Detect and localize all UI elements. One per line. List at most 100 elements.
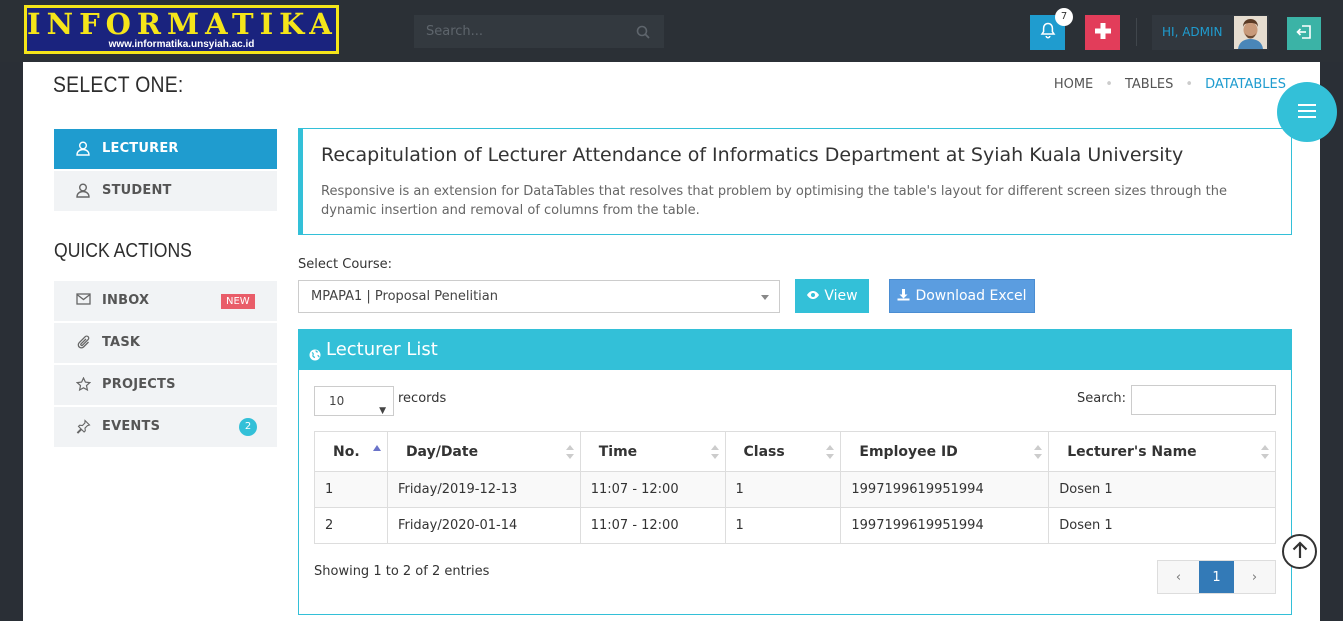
column-header-class[interactable]: Class [724,431,842,472]
notification-count-badge: 7 [1055,8,1073,26]
table-row: 2 Friday/2020-01-14 11:07 - 12:00 1 1997… [314,507,1276,544]
course-label: Select Course: [298,257,393,272]
pagination-next[interactable]: › [1234,561,1275,593]
menu-fab-button[interactable] [1277,82,1337,142]
sidebar-item-label: LECTURER [102,141,179,156]
eye-icon [806,288,820,304]
avatar [1234,16,1267,49]
panel-header: Lecturer List [299,330,1291,370]
table-search-input[interactable] [1131,385,1276,415]
breadcrumb-separator: • [1105,77,1113,92]
lecturer-list-panel: Lecturer List 10 ▼ records Search: No. D… [298,329,1292,615]
sidebar-item-inbox[interactable]: INBOX NEW [54,281,277,321]
paperclip-icon [76,335,91,354]
sidebar-item-label: INBOX [102,293,150,308]
panel-title: Lecturer List [326,339,438,360]
arrow-up-icon [1292,540,1308,563]
quick-actions-title: QUICK ACTIONS [54,240,192,262]
column-header-day-date[interactable]: Day/Date [386,431,581,472]
records-per-page-select[interactable]: 10 ▼ [314,386,394,416]
header-divider [1136,18,1137,46]
download-excel-button[interactable]: Download Excel [889,279,1035,313]
table-header-row: No. Day/Date Time Class Employee ID Lect… [314,431,1276,472]
view-button-label: View [824,288,858,304]
search-input[interactable] [414,15,624,48]
column-header-label: No. [333,443,360,460]
sidebar-item-student[interactable]: STUDENT [54,171,277,211]
new-badge: NEW [221,294,255,309]
sort-icon [826,445,835,459]
hamburger-icon [1298,103,1316,122]
bell-icon [1040,22,1056,43]
caret-down-icon: ▼ [379,406,386,416]
breadcrumb-home[interactable]: HOME [1054,77,1093,92]
chevron-down-icon [761,295,769,300]
pagination-page-1[interactable]: 1 [1199,561,1234,593]
view-button[interactable]: View [795,279,869,313]
column-header-time[interactable]: Time [579,431,726,472]
logout-button[interactable] [1287,17,1321,50]
column-header-label: Lecturer's Name [1067,443,1197,460]
pin-icon [76,419,91,438]
table-info: Showing 1 to 2 of 2 entries [314,564,490,579]
sidebar-item-projects[interactable]: PROJECTS [54,365,277,405]
table-cell: 1 [314,471,388,508]
plus-icon [1094,22,1112,44]
sign-out-icon [1296,24,1312,44]
table-cell: Friday/2020-01-14 [386,507,581,544]
info-callout: Recapitulation of Lecturer Attendance of… [298,128,1292,235]
logo[interactable]: INFORMATIKA www.informatika.unsyiah.ac.i… [24,5,339,54]
table-cell: 1 [724,471,842,508]
breadcrumb-tables[interactable]: TABLES [1125,77,1173,92]
page-title: SELECT ONE: [53,72,184,97]
top-bar: INFORMATIKA www.informatika.unsyiah.ac.i… [0,0,1343,62]
logo-title: INFORMATIKA [27,7,338,41]
user-greeting: HI, ADMIN [1162,25,1223,39]
lecturer-table: No. Day/Date Time Class Employee ID Lect… [314,431,1276,544]
course-select[interactable]: MPAPA1 | Proposal Penelitian [298,280,780,313]
envelope-icon [76,293,91,309]
search-icon[interactable] [636,24,650,43]
table-cell: 11:07 - 12:00 [579,471,726,508]
add-button[interactable] [1085,15,1120,50]
download-icon [897,288,910,305]
sidebar-item-lecturer[interactable]: LECTURER [54,129,277,169]
table-cell: 1 [724,507,842,544]
pagination: ‹ 1 › [1157,560,1276,594]
records-per-page-value: 10 [329,394,345,408]
sidebar-item-task[interactable]: TASK [54,323,277,363]
sort-icon [1034,445,1043,459]
search-box [414,15,664,48]
table-cell: Friday/2019-12-13 [386,471,581,508]
breadcrumb: HOME • TABLES • DATATABLES [1054,77,1286,92]
info-title: Recapitulation of Lecturer Attendance of… [321,144,1184,166]
pagination-previous[interactable]: ‹ [1158,561,1199,593]
sort-icon [710,445,719,459]
breadcrumb-datatables: DATATABLES [1205,77,1286,92]
user-icon [76,183,90,202]
scroll-to-top-button[interactable] [1282,534,1317,569]
table-cell: 2 [314,507,388,544]
globe-icon [309,345,321,366]
column-header-no[interactable]: No. [314,431,388,472]
column-header-label: Class [743,443,785,460]
column-header-lecturer-name[interactable]: Lecturer's Name [1048,431,1276,472]
sidebar-item-events[interactable]: EVENTS 2 [54,407,277,447]
table-cell: 1997199619951994 [840,507,1050,544]
events-count-badge: 2 [239,418,257,436]
user-icon [76,141,90,160]
table-cell: Dosen 1 [1048,471,1276,508]
column-header-label: Time [598,443,638,460]
sidebar-item-label: PROJECTS [102,377,176,392]
column-header-employee-id[interactable]: Employee ID [840,431,1050,472]
star-icon [75,376,92,396]
breadcrumb-separator: • [1185,77,1194,92]
table-row: 1 Friday/2019-12-13 11:07 - 12:00 1 1997… [314,471,1276,508]
sidebar-item-label: TASK [102,335,141,350]
table-cell: 1997199619951994 [840,471,1050,508]
main-content: SELECT ONE: HOME • TABLES • DATATABLES L… [23,62,1320,621]
table-cell: 11:07 - 12:00 [579,507,726,544]
user-menu[interactable]: HI, ADMIN [1152,15,1269,50]
download-excel-label: Download Excel [915,288,1027,304]
sidebar-item-label: EVENTS [102,419,161,434]
